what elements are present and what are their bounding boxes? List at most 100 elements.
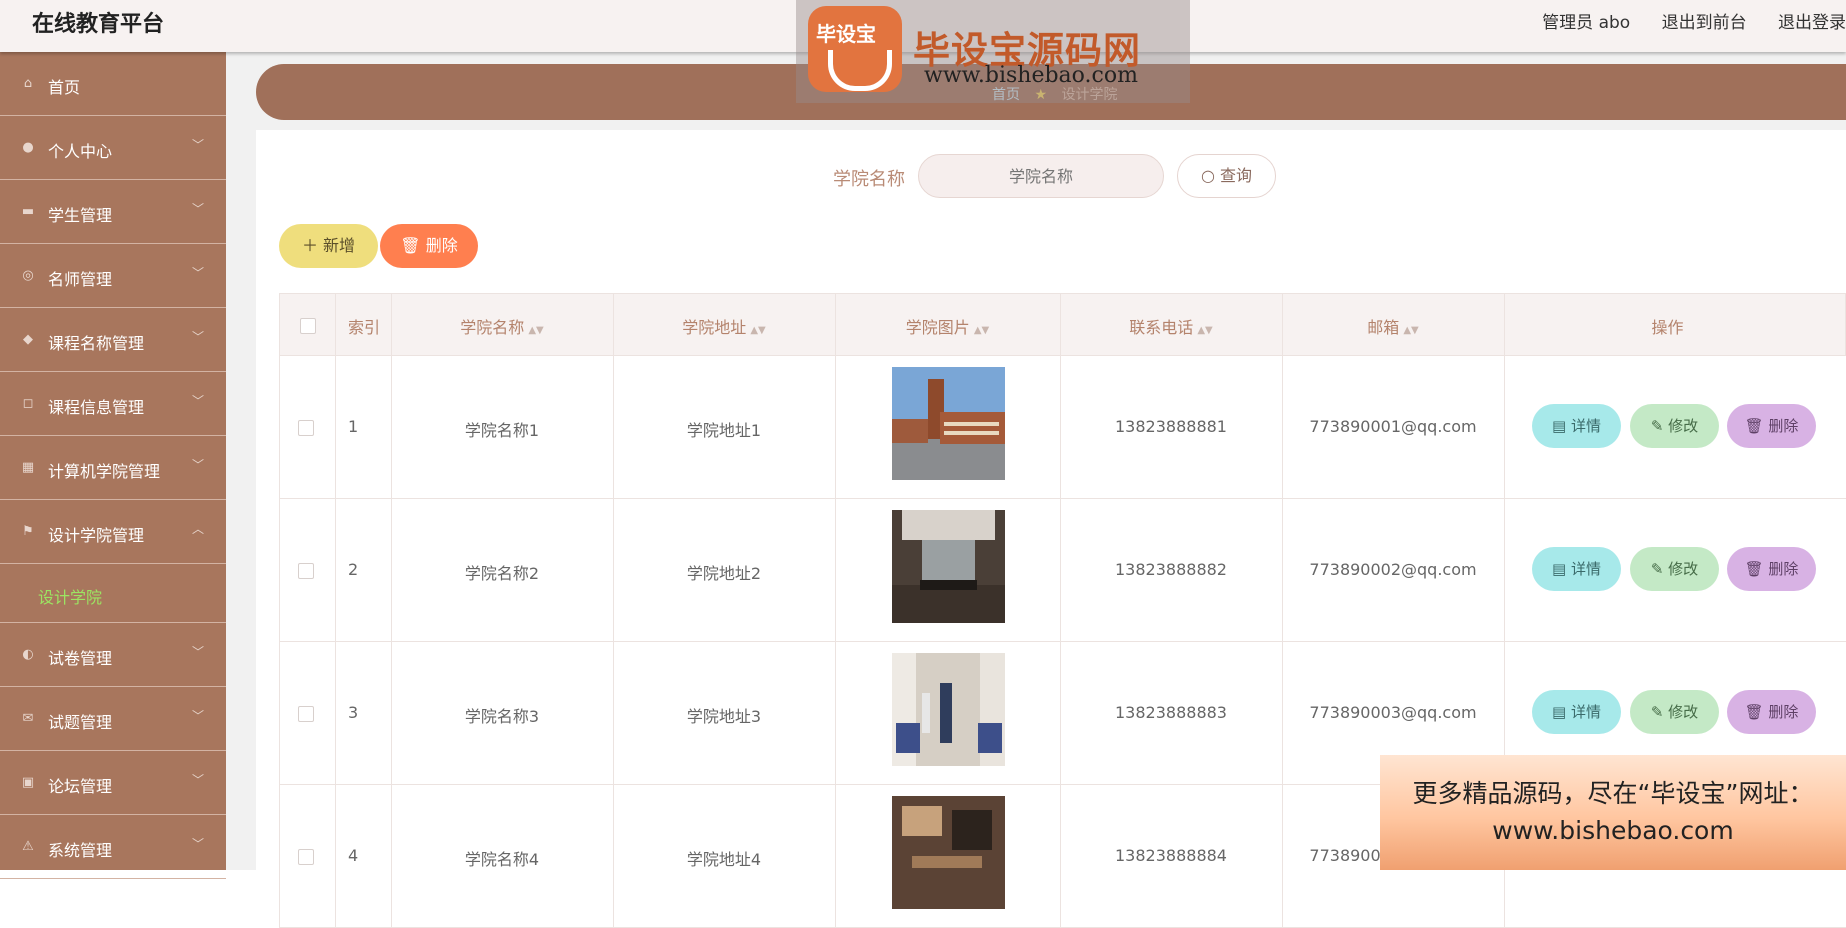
column-header-name[interactable]: 学院名称 ▲▼ <box>391 314 613 338</box>
sidebar-item-label: 系统管理 <box>48 841 113 860</box>
row-college-name: 学院名称4 <box>464 850 540 869</box>
row-college-address: 学院地址2 <box>686 564 762 583</box>
clipboard-icon: ▣ <box>21 775 35 790</box>
plus-icon: ＋ <box>301 236 318 255</box>
row-index: 1 <box>348 417 359 436</box>
select-all-checkbox[interactable] <box>300 318 316 334</box>
add-button[interactable]: ＋ 新增 <box>279 224 378 268</box>
row-phone: 13823888882 <box>1115 560 1227 579</box>
grid-icon: ▦ <box>21 460 35 475</box>
trash-icon: 🗑 <box>400 236 421 255</box>
sidebar-item-exam-paper-management[interactable]: ◐ 试卷管理 ﹀ <box>0 623 226 687</box>
sidebar-item-label: 计算机学院管理 <box>48 462 161 481</box>
row-college-name: 学院名称1 <box>464 421 540 440</box>
watermark-logo-text: 毕设宝 <box>816 22 876 46</box>
edit-button[interactable]: ✎ 修改 <box>1630 404 1719 448</box>
delete-button[interactable]: 🗑 删除 <box>1727 690 1816 734</box>
document-icon: ▤ <box>1552 703 1571 721</box>
sort-icon[interactable]: ▲▼ <box>1197 325 1212 336</box>
column-header-image[interactable]: 学院图片 ▲▼ <box>835 314 1060 338</box>
admin-user-label[interactable]: 管理员 abo <box>1542 13 1630 33</box>
row-college-name: 学院名称3 <box>464 707 540 726</box>
sidebar-item-student-management[interactable]: ▬ 学生管理 ﹀ <box>0 180 226 244</box>
row-phone: 13823888881 <box>1115 417 1227 436</box>
detail-button[interactable]: ▤ 详情 <box>1532 547 1621 591</box>
sort-icon[interactable]: ▲▼ <box>528 325 543 336</box>
detail-button[interactable]: ▤ 详情 <box>1532 690 1621 734</box>
column-header-email[interactable]: 邮箱 ▲▼ <box>1282 314 1504 338</box>
sidebar-subitem-design-college[interactable]: 设计学院 <box>0 564 226 623</box>
bulb-icon: ◆ <box>23 332 33 347</box>
column-header-address[interactable]: 学院地址 ▲▼ <box>613 314 835 338</box>
sidebar-item-home[interactable]: ⌂ 首页 <box>0 52 226 116</box>
row-index: 2 <box>348 560 359 579</box>
delete-button[interactable]: 🗑 删除 <box>1727 547 1816 591</box>
document-icon: ▤ <box>1552 560 1571 578</box>
sidebar: ⌂ 首页 ● 个人中心 ﹀ ▬ 学生管理 ﹀ ◎ 名师管理 ﹀ ◆ 课程名称管理… <box>0 52 226 879</box>
monitor-icon: ▬ <box>21 204 35 219</box>
sort-icon[interactable]: ▲▼ <box>974 325 989 336</box>
sidebar-item-design-college-management[interactable]: ⚑ 设计学院管理 ︿ <box>0 500 226 564</box>
edit-button[interactable]: ✎ 修改 <box>1630 690 1719 734</box>
row-checkbox[interactable] <box>298 563 314 579</box>
row-phone: 13823888883 <box>1115 703 1227 722</box>
sidebar-item-label: 个人中心 <box>48 142 113 161</box>
app-title: 在线教育平台 <box>32 12 165 37</box>
row-checkbox[interactable] <box>298 420 314 436</box>
college-name-search-input[interactable] <box>918 154 1164 198</box>
watermark-url: www.bishebao.com <box>924 63 1138 88</box>
row-email: 773890001@qq.com <box>1309 417 1477 436</box>
row-email: 773890003@qq.com <box>1309 703 1477 722</box>
sidebar-item-personal-center[interactable]: ● 个人中心 ﹀ <box>0 116 226 180</box>
pencil-icon: ✎ <box>1650 417 1669 435</box>
sidebar-item-course-name-management[interactable]: ◆ 课程名称管理 ﹀ <box>0 308 226 372</box>
table-header: 索引 学院名称 ▲▼ 学院地址 ▲▼ 学院图片 ▲▼ 联系电话 ▲▼ 邮箱 ▲▼ 操作 <box>279 293 1846 356</box>
table-row: 2 学院名称2 学院地址2 13823888882 773890002@qq.c… <box>279 499 1846 642</box>
header-links: 管理员 abo 退出到前台 退出登录 <box>1516 8 1846 33</box>
detail-button[interactable]: ▤ 详情 <box>1532 404 1621 448</box>
sidebar-item-label: 名师管理 <box>48 270 113 289</box>
trash-icon: 🗑 <box>1744 417 1769 435</box>
trash-icon: 🗑 <box>1744 560 1769 578</box>
sort-icon[interactable]: ▲▼ <box>1403 325 1418 336</box>
column-header-phone[interactable]: 联系电话 ▲▼ <box>1060 314 1282 338</box>
chevron-down-icon: ﹀ <box>191 138 204 152</box>
row-phone: 13823888884 <box>1115 846 1227 865</box>
sidebar-item-label: 试卷管理 <box>48 649 113 668</box>
sidebar-item-label: 试题管理 <box>48 713 113 732</box>
promo-line-2: www.bishebao.com <box>1492 816 1734 845</box>
power-icon: ◐ <box>22 647 34 662</box>
watermark: 毕设宝 毕设宝源码网 www.bishebao.com <box>796 0 1190 103</box>
promo-line-1: 更多精品源码，尽在“毕设宝”网址： <box>1412 779 1814 808</box>
flag-icon: ⚑ <box>22 524 34 539</box>
pencil-icon: ✎ <box>1650 560 1669 578</box>
college-photo <box>892 510 1005 623</box>
row-checkbox[interactable] <box>298 849 314 865</box>
sidebar-item-cs-college-management[interactable]: ▦ 计算机学院管理 ﹀ <box>0 436 226 500</box>
batch-delete-button[interactable]: 🗑 删除 <box>380 224 478 268</box>
home-icon: ⌂ <box>23 76 33 91</box>
query-button[interactable]: ○ 查询 <box>1177 154 1276 198</box>
logout-link[interactable]: 退出登录 <box>1778 13 1846 33</box>
chevron-down-icon: ﹀ <box>191 202 204 216</box>
sidebar-item-label: 学生管理 <box>48 206 113 225</box>
college-photo <box>892 653 1005 766</box>
exit-to-frontend-link[interactable]: 退出到前台 <box>1662 13 1747 33</box>
sidebar-item-forum-management[interactable]: ▣ 论坛管理 ﹀ <box>0 751 226 815</box>
column-header-index: 索引 <box>348 318 381 337</box>
delete-button-label: 删除 <box>425 236 458 255</box>
watermark-logo: 毕设宝 <box>808 6 902 92</box>
sidebar-item-system-management[interactable]: ⚠ 系统管理 ﹀ <box>0 815 226 879</box>
delete-button[interactable]: 🗑 删除 <box>1727 404 1816 448</box>
sidebar-subitem-label: 设计学院 <box>38 588 103 607</box>
sort-icon[interactable]: ▲▼ <box>750 325 765 336</box>
sidebar-item-course-info-management[interactable]: ◻ 课程信息管理 ﹀ <box>0 372 226 436</box>
sidebar-item-question-management[interactable]: ✉ 试题管理 ﹀ <box>0 687 226 751</box>
row-college-address: 学院地址3 <box>686 707 762 726</box>
edit-button[interactable]: ✎ 修改 <box>1630 547 1719 591</box>
row-checkbox[interactable] <box>298 706 314 722</box>
sidebar-item-teacher-management[interactable]: ◎ 名师管理 ﹀ <box>0 244 226 308</box>
user-icon: ● <box>22 140 34 155</box>
row-index: 3 <box>348 703 359 722</box>
chevron-down-icon: ﹀ <box>191 709 204 723</box>
